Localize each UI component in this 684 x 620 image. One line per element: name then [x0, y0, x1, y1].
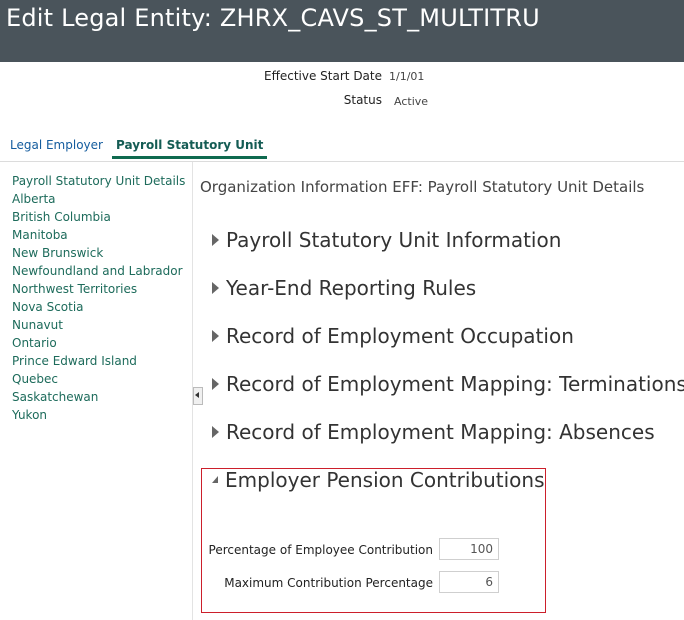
sidebar-item-quebec[interactable]: Quebec	[12, 372, 58, 386]
accordion-employer-pension-contributions[interactable]: Employer Pension Contributions	[212, 468, 545, 498]
accordion-year-end-reporting-rules[interactable]: Year-End Reporting Rules	[212, 276, 476, 306]
sidebar-item-newfoundland-and-labrador[interactable]: Newfoundland and Labrador	[12, 264, 183, 278]
max-contribution-input[interactable]: 6	[439, 571, 499, 593]
status-label: Status	[343, 93, 382, 107]
sidebar-item-prince-edward-island[interactable]: Prince Edward Island	[12, 354, 137, 368]
sidebar-item-british-columbia[interactable]: British Columbia	[12, 210, 111, 224]
max-contribution-label: Maximum Contribution Percentage	[224, 576, 433, 590]
sidebar-item-yukon[interactable]: Yukon	[12, 408, 47, 422]
status-value: Active	[394, 95, 429, 108]
sidebar-item-northwest-territories[interactable]: Northwest Territories	[12, 282, 137, 296]
accordion-label: Record of Employment Mapping: Terminatio…	[226, 372, 684, 396]
sidebar-item-ontario[interactable]: Ontario	[12, 336, 57, 350]
accordion-payroll-statutory-unit-information[interactable]: Payroll Statutory Unit Information	[212, 228, 561, 258]
sidebar-item-nova-scotia[interactable]: Nova Scotia	[12, 300, 84, 314]
sidebar-item-new-brunswick[interactable]: New Brunswick	[12, 246, 103, 260]
sidebar: Payroll Statutory Unit Details Alberta B…	[0, 162, 193, 620]
tab-bar: Legal Employer Payroll Statutory Unit	[0, 134, 684, 162]
accordion-roe-mapping-absences[interactable]: Record of Employment Mapping: Absences	[212, 420, 655, 450]
collapse-triangle-icon	[212, 476, 218, 483]
expand-triangle-icon	[212, 330, 219, 342]
tab-payroll-statutory-unit[interactable]: Payroll Statutory Unit	[112, 138, 268, 159]
accordion-label: Employer Pension Contributions	[225, 468, 545, 492]
sidebar-item-saskatchewan[interactable]: Saskatchewan	[12, 390, 98, 404]
effective-start-date-value: 1/1/01	[389, 70, 425, 83]
accordion-label: Record of Employment Occupation	[226, 324, 574, 348]
expand-triangle-icon	[212, 234, 219, 246]
accordion-label: Record of Employment Mapping: Absences	[226, 420, 655, 444]
sidebar-item-manitoba[interactable]: Manitoba	[12, 228, 68, 242]
accordion-label: Year-End Reporting Rules	[226, 276, 477, 300]
collapse-pane-handle[interactable]	[193, 387, 203, 405]
page-title: Edit Legal Entity: ZHRX_CAVS_ST_MULTITRU	[6, 4, 540, 32]
page-header: Edit Legal Entity: ZHRX_CAVS_ST_MULTITRU	[0, 0, 684, 62]
expand-triangle-icon	[212, 426, 219, 438]
tab-legal-employer[interactable]: Legal Employer	[10, 138, 103, 152]
sidebar-item-alberta[interactable]: Alberta	[12, 192, 56, 206]
expand-triangle-icon	[212, 378, 219, 390]
sidebar-item-payroll-statutory-unit-details[interactable]: Payroll Statutory Unit Details	[12, 174, 185, 188]
effective-start-date-label: Effective Start Date	[264, 69, 382, 83]
sidebar-item-nunavut[interactable]: Nunavut	[12, 318, 63, 332]
employee-contribution-input[interactable]: 100	[439, 538, 499, 560]
expand-triangle-icon	[212, 282, 219, 294]
accordion-label: Payroll Statutory Unit Information	[226, 228, 562, 252]
accordion-roe-mapping-terminations[interactable]: Record of Employment Mapping: Terminatio…	[212, 372, 684, 402]
section-title: Organization Information EFF: Payroll St…	[200, 178, 645, 196]
accordion-record-of-employment-occupation[interactable]: Record of Employment Occupation	[212, 324, 574, 354]
employee-contribution-label: Percentage of Employee Contribution	[208, 543, 433, 557]
